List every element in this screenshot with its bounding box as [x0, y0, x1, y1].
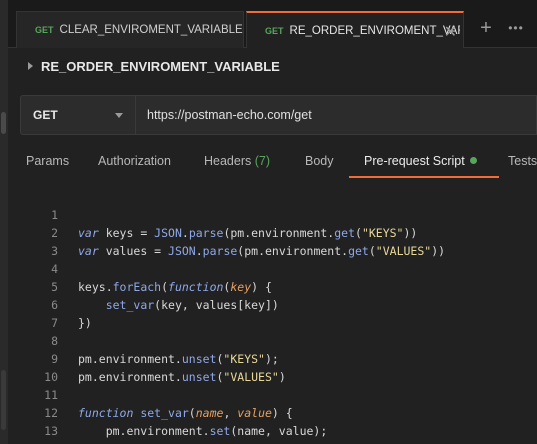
token-string: "VALUES" — [223, 370, 279, 384]
tab-authorization[interactable]: Authorization — [98, 154, 171, 168]
token-function: set — [209, 424, 231, 438]
token-function: get — [334, 226, 355, 240]
token-function: unset — [181, 352, 217, 366]
token-param: key — [230, 280, 252, 294]
active-dot-icon — [469, 157, 477, 164]
code-line: 1 var keys = JSON.parse(pm.environment.g… — [8, 188, 417, 240]
tab-headers[interactable]: Headers (7) — [204, 154, 270, 168]
code-line: 10 — [8, 350, 58, 384]
token: pm.environment. — [78, 352, 182, 366]
tab-label: RE_ORDER_ENVIROMENT_VARIABLE — [289, 24, 460, 37]
token: )) — [431, 244, 446, 258]
tab-body[interactable]: Body — [305, 154, 334, 168]
token: . — [195, 244, 203, 258]
token: ); — [264, 352, 279, 366]
close-icon[interactable]: ✕ — [444, 22, 457, 42]
line-number: 13 — [44, 424, 58, 438]
token: (key, values[key]) — [154, 298, 279, 312]
tab-params[interactable]: Params — [26, 154, 69, 168]
code-line: 11 function set_var(name, value) { — [8, 368, 293, 420]
more-icon[interactable]: ••• — [504, 17, 528, 41]
tab-tests[interactable]: Tests — [508, 154, 537, 168]
token-param: value — [237, 406, 272, 420]
tab-re-order-enviroment-variable[interactable]: GET RE_ORDER_ENVIROMENT_VARIABLE ✕ — [246, 11, 464, 48]
token: ( — [161, 280, 169, 294]
request-tab-bar: GET CLEAR_ENVIROMENT_VARIABLE GET RE_ORD… — [8, 0, 537, 48]
tab-method-badge: GET — [265, 25, 284, 36]
code-line: 7 — [8, 296, 58, 330]
code-line: 8 pm.environment.unset("KEYS"); — [8, 314, 279, 366]
token-string: "KEYS" — [361, 226, 404, 240]
method-select[interactable]: GET — [21, 96, 136, 134]
tab-headers-label: Headers — [204, 154, 252, 168]
token-keyword: function — [78, 406, 134, 420]
token: ( — [368, 244, 376, 258]
caret-right-icon[interactable] — [28, 62, 33, 70]
url-bar: GET — [20, 95, 537, 135]
scrollbar-thumb-lower[interactable] — [1, 370, 6, 430]
token: pm.environment. — [78, 370, 182, 384]
token: ) { — [271, 406, 293, 420]
tab-clear-enviroment-variable[interactable]: GET CLEAR_ENVIROMENT_VARIABLE — [16, 11, 244, 48]
code-line: 9 pm.environment.unset("VALUES") — [8, 332, 286, 384]
token: keys. — [78, 280, 113, 294]
token: . — [181, 226, 189, 240]
code-line: 13 } — [8, 404, 85, 444]
tab-method-badge: GET — [35, 25, 54, 35]
method-value: GET — [33, 108, 58, 122]
tab-prerequest-script[interactable]: Pre-request Script — [364, 154, 477, 168]
active-tab-indicator — [349, 176, 499, 178]
code-line: 6 }) — [8, 278, 92, 330]
token: pm.environment. — [78, 424, 210, 438]
code-line: 3 — [8, 224, 58, 258]
token-function: get — [348, 244, 369, 258]
token: (pm.environment. — [237, 244, 349, 258]
headers-count-badge: (7) — [254, 154, 271, 168]
token-builtin: JSON — [168, 244, 196, 258]
token-string: "KEYS" — [223, 352, 265, 366]
code-editor[interactable]: 1 var keys = JSON.parse(pm.environment.g… — [8, 186, 537, 444]
token-keyword: function — [168, 280, 224, 294]
token: (name, value); — [230, 424, 328, 438]
token-keyword: var — [78, 226, 99, 240]
token: (pm.environment. — [223, 226, 335, 240]
request-title: RE_ORDER_ENVIROMENT_VARIABLE — [28, 56, 280, 76]
scrollbar-thumb[interactable] — [1, 112, 6, 134]
token: values = — [98, 244, 169, 258]
token: )) — [403, 226, 418, 240]
token: ( — [188, 406, 196, 420]
code-line: 4 keys.forEach(function(key) { — [8, 242, 272, 294]
token: ( — [355, 226, 362, 240]
token-function: forEach — [112, 280, 162, 294]
chevron-down-icon — [115, 113, 123, 118]
left-panel-strip — [0, 0, 8, 444]
url-input[interactable] — [147, 96, 527, 134]
token-param: name — [195, 406, 224, 420]
request-name[interactable]: RE_ORDER_ENVIROMENT_VARIABLE — [41, 59, 280, 74]
tab-prerequest-label: Pre-request Script — [364, 154, 465, 168]
code-line: 12 pm.environment.set(name, value); — [8, 386, 327, 438]
token-function: parse — [202, 244, 238, 258]
token: keys = — [98, 226, 155, 240]
request-subtabs: Params Authorization Headers (7) Body Pr… — [8, 148, 537, 178]
token-string: "VALUES" — [375, 244, 432, 258]
token-function: unset — [181, 370, 217, 384]
tab-label: CLEAR_ENVIROMENT_VARIABLE — [59, 24, 243, 36]
token: , — [223, 406, 238, 420]
token: ) — [278, 370, 286, 384]
code-line: 5 set_var(key, values[key]) — [8, 260, 279, 312]
token-function: set_var — [105, 298, 155, 312]
token: ) { — [251, 280, 272, 294]
token-function: parse — [188, 226, 224, 240]
token-function: set_var — [140, 406, 189, 420]
token-builtin: JSON — [154, 226, 182, 240]
token-keyword: var — [78, 244, 99, 258]
token: }) — [78, 316, 92, 330]
plus-icon[interactable]: + — [474, 17, 498, 41]
code-line: 2 var values = JSON.parse(pm.environment… — [8, 206, 445, 258]
